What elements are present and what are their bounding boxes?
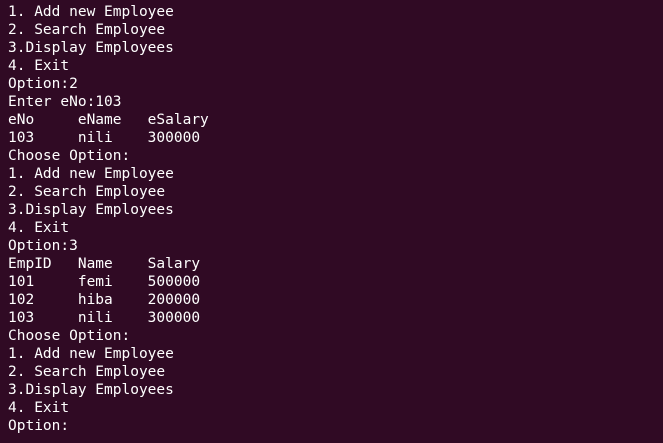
terminal-line: 3.Display Employees bbox=[8, 202, 174, 218]
terminal-line: 4. Exit bbox=[8, 58, 70, 74]
terminal-line: 103 nili 300000 bbox=[8, 310, 201, 326]
terminal-line: Option:3 bbox=[8, 238, 78, 254]
terminal-line: 3.Display Employees bbox=[8, 40, 174, 56]
terminal-line: 2. Search Employee bbox=[8, 22, 166, 38]
terminal-line: 1. Add new Employee bbox=[8, 346, 174, 362]
terminal-line: eNo eName eSalary bbox=[8, 112, 209, 128]
terminal-line: Enter eNo:103 bbox=[8, 94, 122, 110]
terminal-line: 4. Exit bbox=[8, 400, 70, 416]
terminal-line: 1. Add new Employee bbox=[8, 166, 174, 182]
terminal-window[interactable]: 1. Add new Employee 2. Search Employee 3… bbox=[0, 0, 663, 443]
terminal-line: 103 nili 300000 bbox=[8, 130, 201, 146]
terminal-line: 2. Search Employee bbox=[8, 364, 166, 380]
terminal-line: 2. Search Employee bbox=[8, 184, 166, 200]
terminal-line: Choose Option: bbox=[8, 148, 131, 164]
terminal-line: 101 femi 500000 bbox=[8, 274, 201, 290]
terminal-line: 3.Display Employees bbox=[8, 382, 174, 398]
terminal-line: 4. Exit bbox=[8, 220, 70, 236]
terminal-line: EmpID Name Salary bbox=[8, 256, 201, 272]
terminal-prompt-line[interactable]: Option: bbox=[8, 417, 663, 435]
terminal-line: Choose Option: bbox=[8, 328, 131, 344]
terminal-line: 1. Add new Employee bbox=[8, 4, 174, 20]
terminal-line: Option:2 bbox=[8, 76, 78, 92]
terminal-line: 102 hiba 200000 bbox=[8, 292, 201, 308]
